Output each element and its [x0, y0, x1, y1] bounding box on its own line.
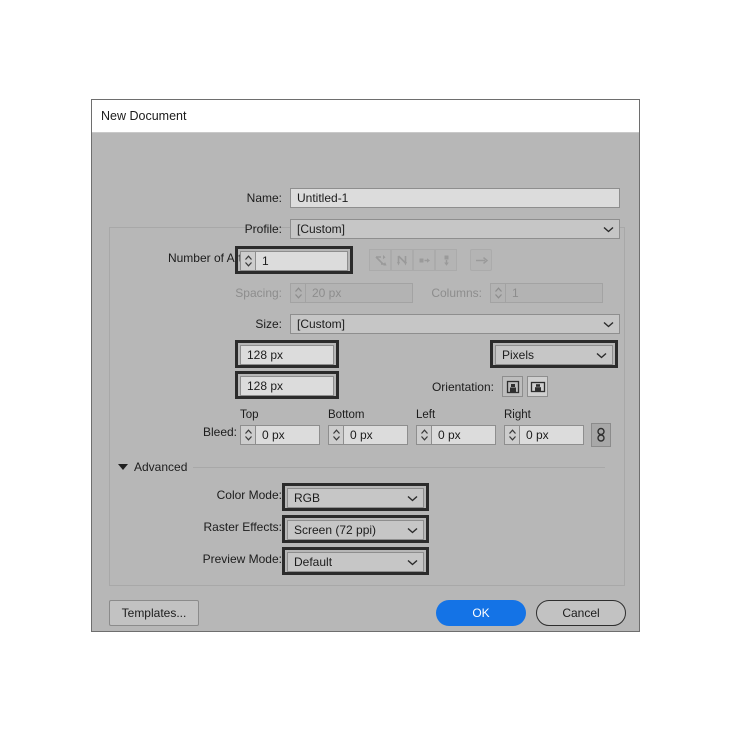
columns-label: Columns:: [431, 286, 482, 300]
bleed-bottom-label: Bottom: [328, 409, 365, 421]
bleed-left-label: Left: [416, 409, 436, 421]
arrange-grid-by-row-button[interactable]: [369, 249, 391, 271]
bleed-left-field: 0 px: [416, 425, 496, 445]
orientation-label: Orientation:: [431, 379, 494, 394]
raster-effects-select[interactable]: Screen (72 ppi): [287, 520, 424, 540]
color-mode-label: Color Mode:: [216, 488, 282, 502]
bleed-right-field: 0 px: [504, 425, 584, 445]
units-select[interactable]: Pixels: [495, 345, 613, 365]
name-input[interactable]: Untitled-1: [290, 188, 620, 208]
color-mode-select[interactable]: RGB: [287, 488, 424, 508]
bleed-left-stepper[interactable]: [416, 425, 431, 445]
columns-stepper: [490, 283, 505, 303]
orientation-portrait-button[interactable]: [502, 376, 523, 397]
bleed-right-input[interactable]: 0 px: [519, 425, 584, 445]
bleed-label: Bleed:: [202, 425, 237, 439]
preview-mode-label: Preview Mode:: [202, 552, 282, 566]
artboard-arrangement-group: [369, 249, 492, 271]
profile-label: Profile:: [244, 222, 282, 236]
preview-mode-row: Preview Mode:: [148, 552, 282, 566]
artboards-field: 1: [240, 251, 348, 271]
bleed-left-input[interactable]: 0 px: [431, 425, 496, 445]
advanced-label: Advanced: [134, 460, 188, 474]
artboards-stepper[interactable]: [240, 251, 255, 271]
arrange-by-column-button[interactable]: [435, 249, 457, 271]
preview-mode-value: Default: [294, 555, 333, 569]
chevron-down-icon: [407, 527, 418, 534]
layout-direction-button[interactable]: [470, 249, 492, 271]
bleed-top-field: 0 px: [240, 425, 320, 445]
chevron-down-icon: [407, 495, 418, 502]
raster-effects-value: Screen (72 ppi): [294, 523, 377, 537]
units-value: Pixels: [502, 348, 535, 362]
bleed-top-label: Top: [240, 409, 259, 421]
chevron-down-icon: [603, 226, 614, 233]
bleed-row: Bleed:: [197, 425, 237, 439]
name-row: Name: Untitled-1: [197, 188, 620, 208]
templates-button[interactable]: Templates...: [109, 600, 199, 626]
dialog-title: New Document: [101, 109, 187, 123]
bleed-top-input[interactable]: 0 px: [255, 425, 320, 445]
raster-effects-label: Raster Effects:: [203, 520, 282, 534]
size-row: Size: [Custom]: [197, 314, 620, 334]
chevron-down-icon: [603, 321, 614, 328]
height-input[interactable]: 128 px: [240, 376, 334, 396]
width-input[interactable]: 128 px: [240, 345, 334, 365]
chevron-down-icon: [407, 559, 418, 566]
dialog-body: Name: Untitled-1 Profile: [Custom] Numbe…: [92, 133, 639, 632]
new-document-dialog: New Document Name: Untitled-1 Profile: […: [91, 99, 640, 632]
columns-input: 1: [505, 283, 603, 303]
color-mode-value: RGB: [294, 491, 321, 505]
size-value: [Custom]: [297, 317, 346, 331]
bleed-bottom-field: 0 px: [328, 425, 408, 445]
orientation-landscape-button[interactable]: [527, 376, 548, 397]
link-bleed-values-icon[interactable]: [591, 423, 611, 447]
screen: New Document Name: Untitled-1 Profile: […: [0, 0, 730, 730]
name-label: Name:: [246, 191, 282, 205]
color-mode-row: Color Mode:: [148, 488, 282, 502]
bleed-top-stepper[interactable]: [240, 425, 255, 445]
spacing-input: 20 px: [305, 283, 413, 303]
disclosure-triangle-icon: [118, 464, 128, 470]
orientation-row: Orientation:: [422, 376, 548, 397]
preview-mode-select[interactable]: Default: [287, 552, 424, 572]
bleed-right-label: Right: [504, 409, 531, 421]
cancel-button[interactable]: Cancel: [536, 600, 626, 626]
size-label: Size:: [255, 317, 282, 331]
columns-row: Columns: 1: [412, 283, 603, 303]
artboards-input[interactable]: 1: [255, 251, 348, 271]
profile-value: [Custom]: [297, 222, 346, 236]
advanced-divider: [193, 466, 605, 468]
arrange-grid-by-column-button[interactable]: [391, 249, 413, 271]
profile-select[interactable]: [Custom]: [290, 219, 620, 239]
dialog-titlebar: New Document: [92, 100, 639, 133]
bleed-bottom-input[interactable]: 0 px: [343, 425, 408, 445]
profile-row: Profile: [Custom]: [197, 219, 620, 239]
spacing-label: Spacing:: [235, 286, 282, 300]
arrange-by-row-button[interactable]: [413, 249, 435, 271]
raster-effects-row: Raster Effects:: [148, 520, 282, 534]
ok-button[interactable]: OK: [436, 600, 526, 626]
bleed-bottom-stepper[interactable]: [328, 425, 343, 445]
size-select[interactable]: [Custom]: [290, 314, 620, 334]
chevron-down-icon: [596, 352, 607, 359]
bleed-right-stepper[interactable]: [504, 425, 519, 445]
spacing-stepper: [290, 283, 305, 303]
spacing-row: Spacing: 20 px: [145, 283, 413, 303]
advanced-section-header[interactable]: Advanced: [118, 460, 605, 474]
